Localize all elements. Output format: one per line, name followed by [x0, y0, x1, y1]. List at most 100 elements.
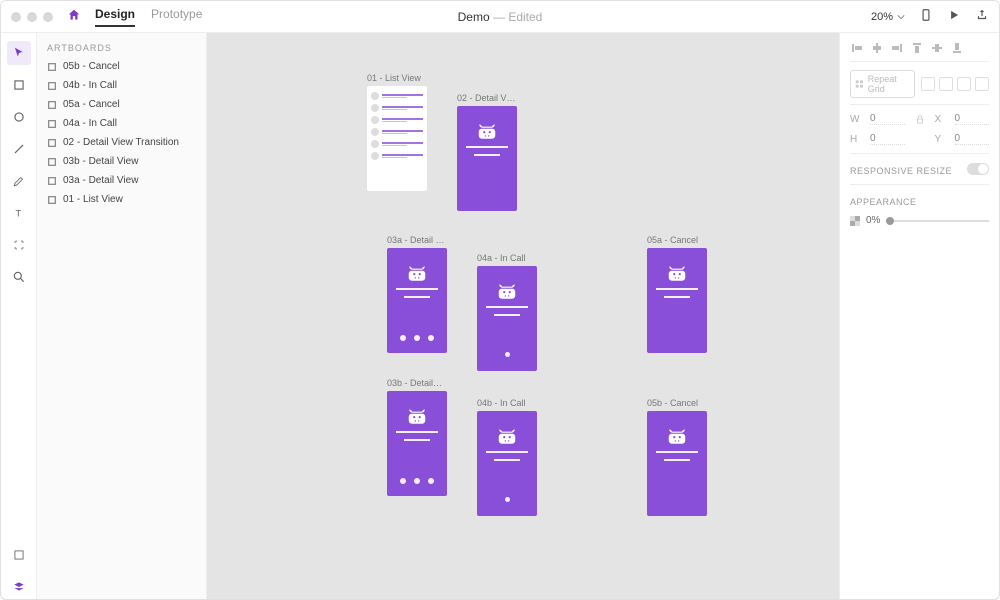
lock-icon[interactable]: [915, 114, 925, 124]
app-window: Design Prototype Demo — Edited 20% T: [0, 0, 1000, 600]
artboard[interactable]: 05b - Cancel: [647, 398, 707, 516]
artboard-label[interactable]: 02 - Detail V…: [457, 93, 517, 103]
artboards-panel: Artboards 05b - Cancel04b - In Call05a -…: [37, 33, 207, 599]
artboard[interactable]: 04a - In Call: [477, 253, 537, 371]
artboard-list-label: 01 - List View: [63, 194, 123, 205]
play-icon[interactable]: [947, 8, 961, 25]
responsive-resize-label: Responsive Resize: [850, 166, 952, 176]
device-preview-icon[interactable]: [919, 8, 933, 25]
bool-add-icon[interactable]: [921, 77, 935, 91]
bool-exclude-icon[interactable]: [975, 77, 989, 91]
responsive-toggle[interactable]: [967, 163, 989, 175]
x-label: X: [935, 114, 945, 125]
document-title: Demo — Edited: [458, 10, 543, 24]
artboard-surface[interactable]: [647, 411, 707, 516]
bool-subtract-icon[interactable]: [939, 77, 953, 91]
home-icon[interactable]: [67, 8, 81, 25]
artboard-list-item[interactable]: 04a - In Call: [37, 114, 206, 133]
repeat-grid-button[interactable]: Repeat Grid: [850, 70, 915, 98]
align-left-icon[interactable]: [850, 41, 864, 55]
artboard[interactable]: 02 - Detail V…: [457, 93, 517, 211]
artboard-label[interactable]: 04b - In Call: [477, 398, 537, 408]
line-tool[interactable]: [7, 137, 31, 161]
artboard-list-item[interactable]: 04b - In Call: [37, 76, 206, 95]
artboard-label[interactable]: 01 - List View: [367, 73, 427, 83]
pen-tool[interactable]: [7, 169, 31, 193]
artboard-label[interactable]: 03a - Detail …: [387, 235, 447, 245]
tab-prototype[interactable]: Prototype: [151, 7, 202, 27]
opacity-slider[interactable]: [886, 220, 989, 222]
height-input[interactable]: 0: [870, 133, 905, 145]
align-middle-icon[interactable]: [930, 41, 944, 55]
artboard-surface[interactable]: [387, 248, 447, 353]
minimize-dot[interactable]: [27, 12, 37, 22]
artboard-list-label: 04b - In Call: [63, 80, 117, 91]
zoom-dot[interactable]: [43, 12, 53, 22]
artboard-list-label: 05b - Cancel: [63, 61, 120, 72]
bool-intersect-icon[interactable]: [957, 77, 971, 91]
align-bottom-icon[interactable]: [950, 41, 964, 55]
artboard-list-item[interactable]: 02 - Detail View Transition: [37, 133, 206, 152]
artboard-list-item[interactable]: 05a - Cancel: [37, 95, 206, 114]
svg-text:T: T: [15, 209, 21, 219]
chevron-down-icon: [897, 14, 905, 20]
artboard-label[interactable]: 03b - Detail…: [387, 378, 447, 388]
zoom-tool[interactable]: [7, 265, 31, 289]
artboard-list-item[interactable]: 05b - Cancel: [37, 57, 206, 76]
artboard-list-item[interactable]: 01 - List View: [37, 190, 206, 209]
y-input[interactable]: 0: [955, 133, 990, 145]
artboard[interactable]: 03a - Detail …: [387, 235, 447, 353]
align-top-icon[interactable]: [910, 41, 924, 55]
width-input[interactable]: 0: [870, 113, 905, 125]
text-tool[interactable]: T: [7, 201, 31, 225]
artboard[interactable]: 04b - In Call: [477, 398, 537, 516]
align-right-icon[interactable]: [890, 41, 904, 55]
window-controls[interactable]: [11, 12, 53, 22]
cow-icon: [406, 264, 428, 282]
artboard-list-item[interactable]: 03b - Detail View: [37, 152, 206, 171]
artboard[interactable]: 03b - Detail…: [387, 378, 447, 496]
call-controls: [400, 478, 434, 484]
artboard-surface[interactable]: [387, 391, 447, 496]
cow-icon: [406, 407, 428, 425]
list-row: [371, 140, 423, 148]
artboard-list-label: 02 - Detail View Transition: [63, 137, 179, 148]
artboard[interactable]: 01 - List View: [367, 73, 427, 191]
assets-icon[interactable]: [7, 543, 31, 567]
artboard-list-item[interactable]: 03a - Detail View: [37, 171, 206, 190]
zoom-dropdown[interactable]: 20%: [871, 11, 905, 23]
opacity-icon: [850, 216, 860, 226]
cow-icon: [666, 264, 688, 282]
artboard-label[interactable]: 04a - In Call: [477, 253, 537, 263]
edited-badge: — Edited: [493, 10, 542, 24]
canvas[interactable]: 01 - List View 02 - Detail V… 03a - Detail…: [207, 33, 839, 599]
grid-icon: [855, 79, 864, 89]
share-icon[interactable]: [975, 8, 989, 25]
artboard-surface[interactable]: [647, 248, 707, 353]
artboard[interactable]: 05a - Cancel: [647, 235, 707, 353]
artboard-icon: [47, 119, 57, 129]
inspector-panel: Repeat Grid W 0 X 0 H 0 Y: [839, 33, 999, 599]
repeat-grid-label: Repeat Grid: [868, 74, 910, 94]
artboard-surface[interactable]: [457, 106, 517, 211]
artboard-tool[interactable]: [7, 233, 31, 257]
call-controls: [400, 335, 434, 341]
align-center-h-icon[interactable]: [870, 41, 884, 55]
layers-icon[interactable]: [7, 575, 31, 599]
artboard-surface[interactable]: [477, 411, 537, 516]
select-tool[interactable]: [7, 41, 31, 65]
list-row: [371, 104, 423, 112]
x-input[interactable]: 0: [955, 113, 990, 125]
artboard-label[interactable]: 05a - Cancel: [647, 235, 707, 245]
end-call-icon: [505, 352, 510, 357]
artboard-label[interactable]: 05b - Cancel: [647, 398, 707, 408]
height-label: H: [850, 134, 860, 145]
close-dot[interactable]: [11, 12, 21, 22]
ellipse-tool[interactable]: [7, 105, 31, 129]
artboard-surface[interactable]: [477, 266, 537, 371]
artboard-list-label: 03b - Detail View: [63, 156, 138, 167]
artboard-surface[interactable]: [367, 86, 427, 191]
y-label: Y: [935, 134, 945, 145]
tab-design[interactable]: Design: [95, 7, 135, 27]
rectangle-tool[interactable]: [7, 73, 31, 97]
